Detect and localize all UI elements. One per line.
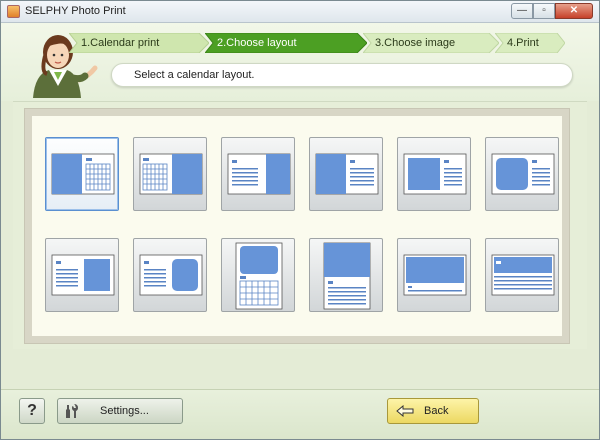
layout-option-10[interactable] (309, 238, 383, 312)
layout-option-7[interactable] (45, 238, 119, 312)
settings-button[interactable]: Settings... (57, 398, 183, 424)
layout-option-3[interactable] (221, 137, 295, 211)
title-bar: SELPHY Photo Print — ▫ ✕ (1, 1, 599, 23)
tools-icon (66, 404, 78, 418)
layout-option-1[interactable] (45, 137, 119, 211)
layout-option-6[interactable] (485, 137, 559, 211)
layout-option-8[interactable] (133, 238, 207, 312)
close-button[interactable]: ✕ (555, 3, 593, 19)
maximize-button[interactable]: ▫ (533, 3, 555, 19)
step-choose-layout: 2.Choose layout (205, 33, 367, 53)
settings-label: Settings... (100, 405, 149, 417)
app-window: SELPHY Photo Print — ▫ ✕ 1.Calendar prin… (0, 0, 600, 440)
layout-option-12[interactable] (485, 238, 559, 312)
layout-option-5[interactable] (397, 137, 471, 211)
content-area (13, 101, 587, 349)
back-label: Back (424, 405, 449, 417)
layout-option-11[interactable] (397, 238, 471, 312)
minimize-button[interactable]: — (511, 3, 533, 19)
help-button[interactable]: ? (19, 398, 45, 424)
layout-panel (24, 108, 570, 344)
app-icon (7, 5, 20, 18)
footer: ? Settings... Back (1, 389, 599, 439)
header: 1.Calendar print 2.Choose layout 3.Choos… (1, 23, 599, 101)
layout-grid (32, 116, 562, 336)
layout-option-2[interactable] (133, 137, 207, 211)
step-calendar-print: 1.Calendar print (69, 33, 209, 53)
instruction-bubble: Select a calendar layout. (111, 63, 573, 87)
window-title: SELPHY Photo Print (25, 5, 126, 17)
layout-option-4[interactable] (309, 137, 383, 211)
back-arrow-icon (396, 405, 414, 417)
back-button[interactable]: Back (387, 398, 479, 424)
step-choose-image: 3.Choose image (363, 33, 499, 53)
layout-option-9[interactable] (221, 238, 295, 312)
step-print: 4.Print (495, 33, 565, 53)
